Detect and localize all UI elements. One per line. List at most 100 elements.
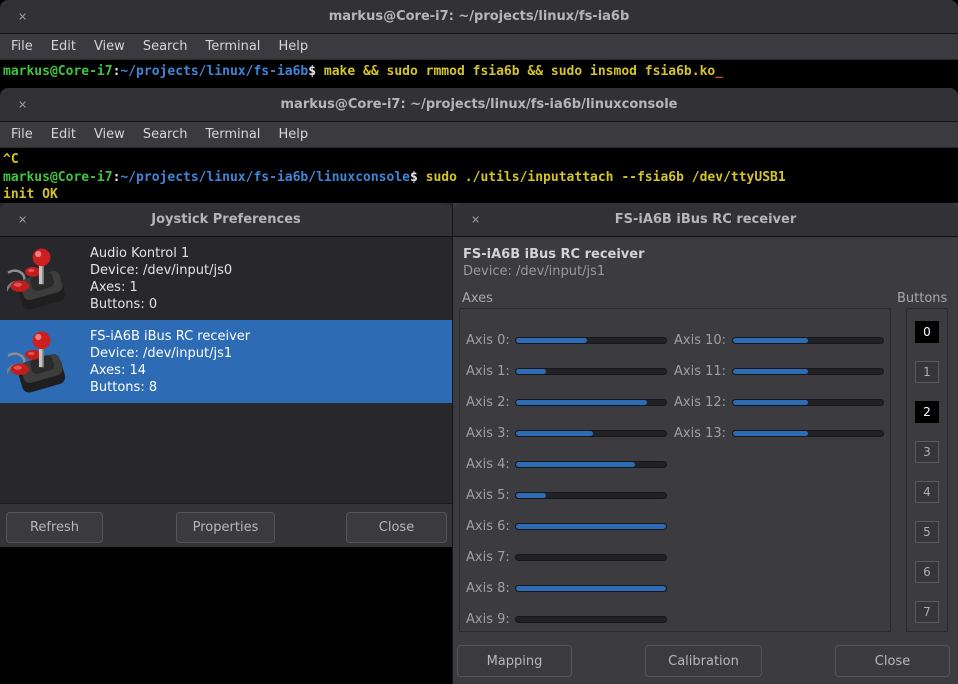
close-icon[interactable]: ✕: [471, 214, 480, 225]
axis-label: Axis 1:: [466, 364, 515, 379]
window-title: FS-iA6B iBus RC receiver: [615, 212, 797, 227]
terminal-window-linuxconsole: ✕ markus@Core-i7: ~/projects/linux/fs-ia…: [0, 88, 958, 203]
axis-label: Axis 11:: [674, 364, 732, 379]
axis-row: Axis 10:: [674, 330, 886, 350]
joystick-list-item[interactable]: Audio Kontrol 1 Device: /dev/input/js0 A…: [0, 237, 452, 320]
joystick-buttons-count: Buttons: 8: [90, 379, 250, 396]
axis-label: Axis 4:: [466, 457, 515, 472]
prompt-path: ~/projects/linux/fs-ia6b/linuxconsole: [120, 170, 410, 185]
axis-progressbar: [732, 337, 884, 344]
axis-progressbar: [515, 430, 667, 437]
window-title: markus@Core-i7: ~/projects/linux/fs-ia6b: [329, 9, 630, 24]
axis-row: Axis 3:: [466, 423, 672, 443]
joystick-tester-window: ✕ FS-iA6B iBus RC receiver FS-iA6B iBus …: [452, 203, 958, 684]
axis-progressbar: [515, 337, 667, 344]
titlebar[interactable]: ✕ Joystick Preferences: [0, 203, 452, 237]
menu-item-edit[interactable]: Edit: [42, 127, 85, 142]
joystick-name: Audio Kontrol 1: [90, 245, 232, 262]
axis-label: Axis 6:: [466, 519, 515, 534]
titlebar[interactable]: ✕ markus@Core-i7: ~/projects/linux/fs-ia…: [0, 88, 958, 122]
button-indicator-4: 4: [915, 481, 939, 503]
joystick-icon: [7, 329, 73, 395]
prompt-user: markus@Core-i7: [3, 170, 113, 185]
menubar: FileEditViewSearchTerminalHelp: [0, 34, 958, 60]
menubar: FileEditViewSearchTerminalHelp: [0, 122, 958, 148]
prompt-user: markus@Core-i7: [3, 64, 113, 79]
close-button[interactable]: Close: [346, 512, 447, 543]
axis-row: Axis 13:: [674, 423, 886, 443]
button-bar: Refresh Properties Close: [0, 503, 452, 547]
axis-label: Axis 9:: [466, 612, 515, 627]
axis-progress-fill: [516, 400, 647, 405]
axis-progress-fill: [733, 431, 808, 436]
menu-item-help[interactable]: Help: [269, 39, 317, 54]
device-path-label: Device: /dev/input/js1: [463, 264, 605, 279]
menu-item-terminal[interactable]: Terminal: [196, 39, 269, 54]
button-indicator-7: 7: [915, 601, 939, 623]
axis-progress-fill: [516, 338, 587, 343]
window-title: markus@Core-i7: ~/projects/linux/fs-ia6b…: [281, 97, 678, 112]
joystick-list-item[interactable]: FS-iA6B iBus RC receiver Device: /dev/in…: [0, 320, 452, 403]
button-indicator-6: 6: [915, 561, 939, 583]
terminal-cursor: _: [715, 64, 723, 79]
axis-progress-fill: [733, 338, 808, 343]
axis-label: Axis 13:: [674, 426, 732, 441]
axis-progressbar: [515, 461, 667, 468]
axis-progressbar: [732, 368, 884, 375]
button-indicator-1: 1: [915, 361, 939, 383]
axes-group-label: Axes: [462, 291, 493, 306]
joystick-axes-count: Axes: 14: [90, 362, 250, 379]
axis-row: Axis 2:: [466, 392, 672, 412]
button-indicator-2: 2: [915, 401, 939, 423]
menu-item-search[interactable]: Search: [134, 127, 197, 142]
axis-label: Axis 7:: [466, 550, 515, 565]
menu-item-view[interactable]: View: [85, 127, 134, 142]
axis-label: Axis 8:: [466, 581, 515, 596]
axis-progressbar: [515, 399, 667, 406]
axis-progressbar: [515, 492, 667, 499]
menu-item-terminal[interactable]: Terminal: [196, 127, 269, 142]
titlebar[interactable]: ✕ markus@Core-i7: ~/projects/linux/fs-ia…: [0, 0, 958, 34]
button-indicator-3: 3: [915, 441, 939, 463]
joystick-device: Device: /dev/input/js0: [90, 262, 232, 279]
button-indicator-0: 0: [915, 321, 939, 343]
axis-progress-fill: [733, 369, 808, 374]
joystick-buttons-count: Buttons: 0: [90, 296, 232, 313]
axis-row: Axis 12:: [674, 392, 886, 412]
calibration-button[interactable]: Calibration: [645, 645, 762, 677]
terminal-output[interactable]: ^Cmarkus@Core-i7:~/projects/linux/fs-ia6…: [0, 148, 958, 202]
interrupt-text: ^C: [3, 152, 19, 167]
menu-item-help[interactable]: Help: [269, 127, 317, 142]
close-icon[interactable]: ✕: [18, 11, 27, 22]
axis-label: Axis 12:: [674, 395, 732, 410]
properties-button[interactable]: Properties: [176, 512, 275, 543]
close-button[interactable]: Close: [835, 645, 950, 677]
axis-row: Axis 5:: [466, 485, 672, 505]
axis-row: Axis 9:: [466, 609, 672, 629]
menu-item-edit[interactable]: Edit: [42, 39, 85, 54]
titlebar[interactable]: ✕ FS-iA6B iBus RC receiver: [453, 203, 958, 237]
terminal-output[interactable]: markus@Core-i7:~/projects/linux/fs-ia6b$…: [0, 60, 958, 87]
menu-item-search[interactable]: Search: [134, 39, 197, 54]
axis-label: Axis 0:: [466, 333, 515, 348]
axis-progress-fill: [733, 400, 808, 405]
joystick-device: Device: /dev/input/js1: [90, 345, 250, 362]
close-icon[interactable]: ✕: [18, 99, 27, 110]
axis-progressbar: [515, 554, 667, 561]
axis-progressbar: [515, 368, 667, 375]
axis-progressbar: [515, 585, 667, 592]
window-title: Joystick Preferences: [151, 212, 301, 227]
axis-row: Axis 0:: [466, 330, 672, 350]
axis-progress-fill: [516, 462, 635, 467]
axis-label: Axis 3:: [466, 426, 515, 441]
axis-progress-fill: [516, 369, 546, 374]
axis-row: Axis 7:: [466, 547, 672, 567]
axis-row: Axis 4:: [466, 454, 672, 474]
menu-item-view[interactable]: View: [85, 39, 134, 54]
axis-progress-fill: [516, 431, 593, 436]
menu-item-file[interactable]: File: [2, 39, 42, 54]
refresh-button[interactable]: Refresh: [6, 512, 103, 543]
mapping-button[interactable]: Mapping: [457, 645, 572, 677]
menu-item-file[interactable]: File: [2, 127, 42, 142]
close-icon[interactable]: ✕: [18, 214, 27, 225]
